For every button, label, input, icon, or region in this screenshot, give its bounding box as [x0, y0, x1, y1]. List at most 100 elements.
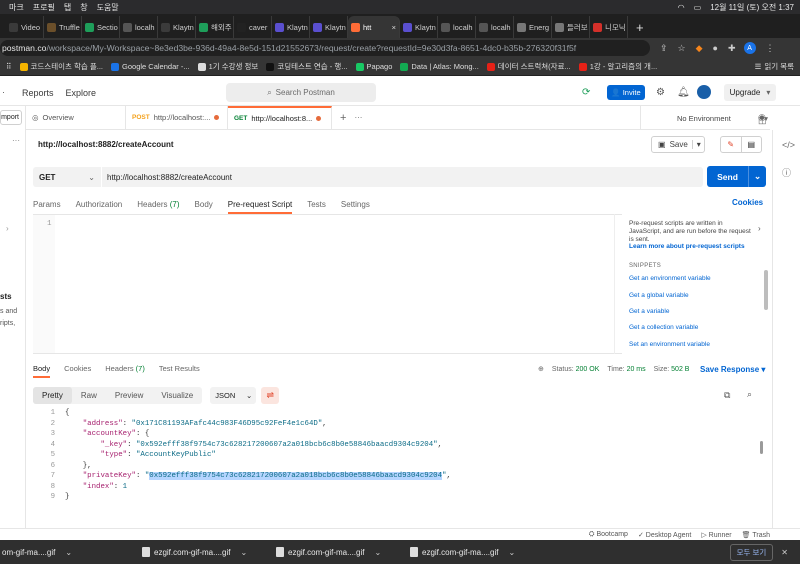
chevron-down-icon[interactable]: ⌄	[240, 548, 247, 557]
import-button[interactable]: mport	[0, 110, 22, 125]
menu-item[interactable]: 창	[80, 2, 87, 13]
browser-tab[interactable]: caver	[234, 16, 272, 38]
response-tab-headers[interactable]: Headers (7)	[105, 364, 145, 373]
browser-tab[interactable]: localh	[476, 16, 514, 38]
more-icon[interactable]: ···	[12, 136, 20, 145]
bookmark-item[interactable]: 코드스테이츠 학습 플...	[19, 61, 103, 72]
edit-comment-toggle[interactable]: ✎ ▤	[720, 136, 762, 153]
response-tab-test-results[interactable]: Test Results	[159, 364, 200, 373]
browser-tab[interactable]: Klaytn	[310, 16, 348, 38]
method-selector[interactable]: GET ⌄	[33, 167, 101, 187]
battery-icon[interactable]: ▭	[694, 3, 702, 12]
user-avatar[interactable]	[697, 85, 711, 99]
clock[interactable]: 12월 11일 (토) 오전 1:37	[710, 2, 794, 13]
notifications-bell-icon[interactable]: 🔔︎	[677, 87, 690, 98]
extension-icon[interactable]: ●	[713, 43, 718, 53]
menu-item[interactable]: 도움말	[97, 2, 119, 13]
upgrade-button[interactable]: Upgrade ▾	[724, 84, 776, 101]
tab-post-request[interactable]: POST http://localhost:...	[126, 106, 228, 129]
edit-pencil-icon[interactable]: ✎	[721, 137, 742, 152]
subtab-body[interactable]: Body	[195, 200, 213, 209]
metamask-extension-icon[interactable]: ◆	[696, 43, 703, 54]
download-item[interactable]: ezgif.com-gif-ma....gif ⌄	[134, 547, 268, 557]
menu-item[interactable]: 마크	[9, 2, 24, 13]
info-icon[interactable]: ⓘ	[782, 166, 791, 179]
download-item[interactable]: ezgif.com-gif-ma....gif ⌄	[402, 547, 536, 557]
reading-list[interactable]: ☰ 읽기 목록	[755, 61, 794, 72]
sidebar-toggle-icon[interactable]: ◫	[758, 115, 767, 126]
response-scrollbar[interactable]	[760, 441, 763, 454]
close-tab-icon[interactable]: ×	[392, 23, 396, 32]
globe-icon[interactable]: ⊕	[538, 365, 544, 373]
url-field[interactable]: postman.co/workspace/My-Workspace~8e3ed3…	[0, 40, 650, 56]
browser-tab[interactable]: Klaytn	[400, 16, 438, 38]
subtab-params[interactable]: Params	[33, 200, 61, 209]
snippet-item[interactable]: Get a variable	[629, 308, 669, 315]
bookmark-item[interactable]: 1기 수강생 정보	[197, 61, 258, 72]
bootcamp-button[interactable]: ⛭ Bootcamp	[589, 531, 628, 539]
code-icon[interactable]: </>	[782, 140, 795, 150]
panel-resize-handle[interactable]	[614, 214, 620, 354]
send-button[interactable]: Send ⌄	[707, 166, 766, 187]
nav-explore[interactable]: Explore	[66, 88, 97, 98]
chevron-down-icon[interactable]: ⌄	[374, 548, 381, 557]
chevron-down-icon[interactable]: ⌄	[65, 548, 72, 557]
settings-gear-icon[interactable]: ⚙	[656, 87, 665, 98]
wifi-icon[interactable]: ◠	[678, 3, 685, 12]
browser-tab[interactable]: htt ×	[348, 16, 400, 38]
format-pretty[interactable]: Pretty	[33, 386, 72, 404]
learn-more-link[interactable]: Learn more about pre-request scripts	[629, 243, 745, 250]
cookies-link[interactable]: Cookies	[732, 198, 763, 207]
tab-get-request[interactable]: GET http://localhost:8...	[228, 106, 332, 129]
close-icon[interactable]: ✕	[781, 548, 788, 557]
browser-tab[interactable]: 들러보	[552, 16, 590, 38]
bookmark-item[interactable]: 1강 - 알고리즘의 개...	[578, 61, 657, 72]
nav-reports[interactable]: Reports	[22, 88, 54, 98]
snippet-item[interactable]: Get a collection variable	[629, 324, 698, 331]
snippet-item[interactable]: Set an environment variable	[629, 341, 710, 348]
bookmark-item[interactable]: Google Calendar -...	[111, 62, 190, 71]
comments-icon[interactable]: ▤	[742, 137, 762, 152]
trash-button[interactable]: 🗑︎ Trash	[742, 531, 770, 539]
format-visualize[interactable]: Visualize	[152, 387, 202, 404]
request-name[interactable]: http://localhost:8882/createAccount	[38, 140, 174, 149]
response-tab-body[interactable]: Body	[33, 364, 51, 378]
bookmark-item[interactable]: 데이터 스트럭쳐(자료...	[486, 61, 571, 72]
browser-tab[interactable]: Klaytn	[272, 16, 310, 38]
subtab-settings[interactable]: Settings	[341, 200, 370, 209]
response-json-body[interactable]: 1{2 "address": "0x171C81193AFafc44c983F4…	[33, 409, 758, 509]
browser-tab[interactable]: Klaytn	[158, 16, 196, 38]
wrap-lines-icon[interactable]: ⇌	[261, 386, 280, 404]
desktop-agent-button[interactable]: ✓ Desktop Agent	[638, 531, 691, 539]
chevron-down-icon[interactable]: ⌄	[748, 166, 766, 187]
chevron-down-icon[interactable]: ⌄	[508, 548, 515, 557]
browser-tab[interactable]: 해외주	[196, 16, 234, 38]
browser-tab[interactable]: localh	[438, 16, 476, 38]
search-icon[interactable]: ⌕	[747, 389, 752, 400]
new-tab-button[interactable]: +	[636, 20, 644, 35]
browser-tab[interactable]: Truffle	[44, 16, 82, 38]
browser-tab[interactable]: localh	[120, 16, 158, 38]
save-response-button[interactable]: Save Response ▾	[700, 365, 765, 374]
bookmark-item[interactable]: 코딩테스트 연습 - 행...	[266, 61, 348, 72]
subtab-headers[interactable]: Headers (7)	[137, 200, 179, 209]
subtab-tests[interactable]: Tests	[307, 200, 326, 209]
language-selector[interactable]: JSON ⌄	[210, 386, 257, 404]
back-arrow-icon[interactable]: ·	[2, 87, 5, 97]
runner-button[interactable]: ▷ Runner	[701, 531, 731, 539]
search-postman[interactable]: ⌕ Search Postman	[226, 83, 376, 102]
browser-tab[interactable]: 니모닉	[590, 16, 628, 38]
request-url-input[interactable]: http://localhost:8882/createAccount	[102, 167, 703, 187]
format-raw[interactable]: Raw	[72, 387, 106, 404]
menu-item[interactable]: 탭	[64, 2, 71, 13]
show-all-downloads-button[interactable]: 모두 보기	[729, 543, 774, 561]
copy-icon[interactable]: ⧉	[724, 390, 730, 401]
browser-tab[interactable]: Sectio	[82, 16, 120, 38]
script-editor[interactable]: 1	[33, 214, 622, 354]
format-preview[interactable]: Preview	[106, 387, 152, 404]
save-button[interactable]: ▣ Save ▾	[651, 136, 705, 153]
snippet-item[interactable]: Get an environment variable	[629, 275, 711, 282]
sync-icon[interactable]: ⟳	[582, 87, 590, 98]
tab-overview[interactable]: ◎ Overview	[26, 106, 126, 129]
subtab-pre-request-script[interactable]: Pre-request Script	[227, 200, 293, 214]
